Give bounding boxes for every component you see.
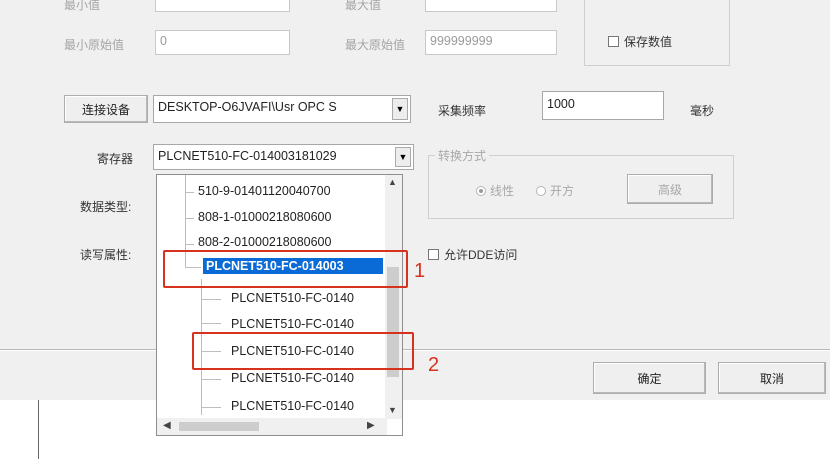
server-value: DESKTOP-O6JVAFI\Usr OPC S — [158, 100, 337, 114]
max-field[interactable] — [425, 0, 557, 12]
tree-item[interactable]: 510-9-01401120040700 — [198, 184, 331, 198]
radio-dot — [476, 185, 486, 196]
min-field[interactable] — [155, 0, 290, 12]
callout-box-1 — [163, 250, 408, 288]
tree-line — [201, 299, 221, 300]
connect-device-button[interactable]: 连接设备 — [64, 95, 148, 123]
tree-line — [185, 192, 194, 193]
chevron-up-icon[interactable]: ▲ — [388, 177, 397, 187]
dropdown-arrow-icon[interactable]: ▼ — [392, 98, 408, 120]
chevron-down-icon[interactable]: ▼ — [388, 405, 397, 415]
sample-rate-label: 采集频率 — [438, 104, 487, 118]
max-raw-label: 最大原始值 — [345, 38, 406, 52]
tree-item[interactable]: PLCNET510-FC-0140 — [231, 371, 354, 385]
register-label: 寄存器 — [97, 152, 134, 166]
save-data-checkbox[interactable]: 保存数值 — [608, 33, 672, 50]
callout-number-2: 2 — [428, 354, 440, 376]
sample-rate-input[interactable]: 1000 — [542, 91, 664, 120]
cancel-button[interactable]: 取消 — [718, 362, 826, 394]
radio-dot — [536, 185, 546, 196]
linear-label: 线性 — [490, 184, 515, 198]
tree-line — [201, 379, 221, 380]
tree-line — [185, 244, 194, 245]
allow-dde-label: 允许DDE访问 — [444, 248, 518, 262]
callout-number-1: 1 — [414, 260, 426, 282]
ok-button[interactable]: 确定 — [593, 362, 706, 394]
tree-item[interactable]: 808-1-01000218080600 — [198, 210, 331, 224]
data-type-label: 数据类型: — [80, 200, 132, 214]
tree-item[interactable]: 808-2-01000218080600 — [198, 235, 331, 247]
conversion-caption: 转换方式 — [435, 147, 490, 164]
chevron-right-icon[interactable]: ▶ — [367, 420, 375, 431]
register-value: PLCNET510-FC-014003181029 — [158, 149, 337, 163]
dropdown-arrow-icon[interactable]: ▼ — [395, 147, 411, 167]
min-raw-field[interactable]: 0 — [155, 30, 290, 55]
tree-vertical-scrollbar[interactable]: ▲ ▼ — [385, 175, 402, 419]
tree-horizontal-scrollbar[interactable]: ◀ ▶ — [157, 418, 387, 435]
tree-line — [185, 218, 194, 219]
tree-item[interactable]: PLCNET510-FC-0140 — [231, 291, 354, 305]
save-data-label: 保存数值 — [624, 35, 673, 49]
sqrt-radio[interactable]: 开方 — [536, 182, 574, 199]
tree-item[interactable]: PLCNET510-FC-0140 — [231, 317, 354, 331]
min-raw-label: 最小原始值 — [64, 38, 125, 52]
chevron-left-icon[interactable]: ◀ — [163, 420, 171, 431]
allow-dde-checkbox[interactable]: 允许DDE访问 — [428, 246, 517, 263]
tree-line — [201, 407, 221, 408]
max-label: 最大值 — [345, 0, 382, 12]
rw-attribute-label: 读写属性: — [80, 248, 132, 262]
tree-line — [201, 323, 221, 324]
checkbox-box — [428, 249, 439, 260]
callout-box-2 — [192, 332, 414, 370]
register-combobox[interactable]: PLCNET510-FC-014003181029 ▼ — [153, 144, 414, 170]
advanced-button[interactable]: 高级 — [627, 174, 713, 204]
max-raw-field[interactable]: 999999999 — [425, 30, 557, 55]
scroll-thumb[interactable] — [179, 422, 259, 431]
linear-radio[interactable]: 线性 — [476, 182, 514, 199]
tree-item[interactable]: PLCNET510-FC-0140 — [231, 399, 354, 413]
window-edge — [38, 400, 39, 459]
conversion-group: 转换方式 线性 开方 高级 — [428, 147, 734, 219]
checkbox-box — [608, 36, 619, 47]
server-combobox[interactable]: DESKTOP-O6JVAFI\Usr OPC S ▼ — [153, 95, 411, 123]
register-tree-dropdown[interactable]: 510-9-01401120040700 808-1-0100021808060… — [156, 174, 403, 436]
sqrt-label: 开方 — [550, 184, 575, 198]
footer-divider-highlight — [0, 350, 830, 351]
min-label: 最小值 — [64, 0, 101, 12]
sample-rate-unit: 毫秒 — [690, 104, 715, 118]
